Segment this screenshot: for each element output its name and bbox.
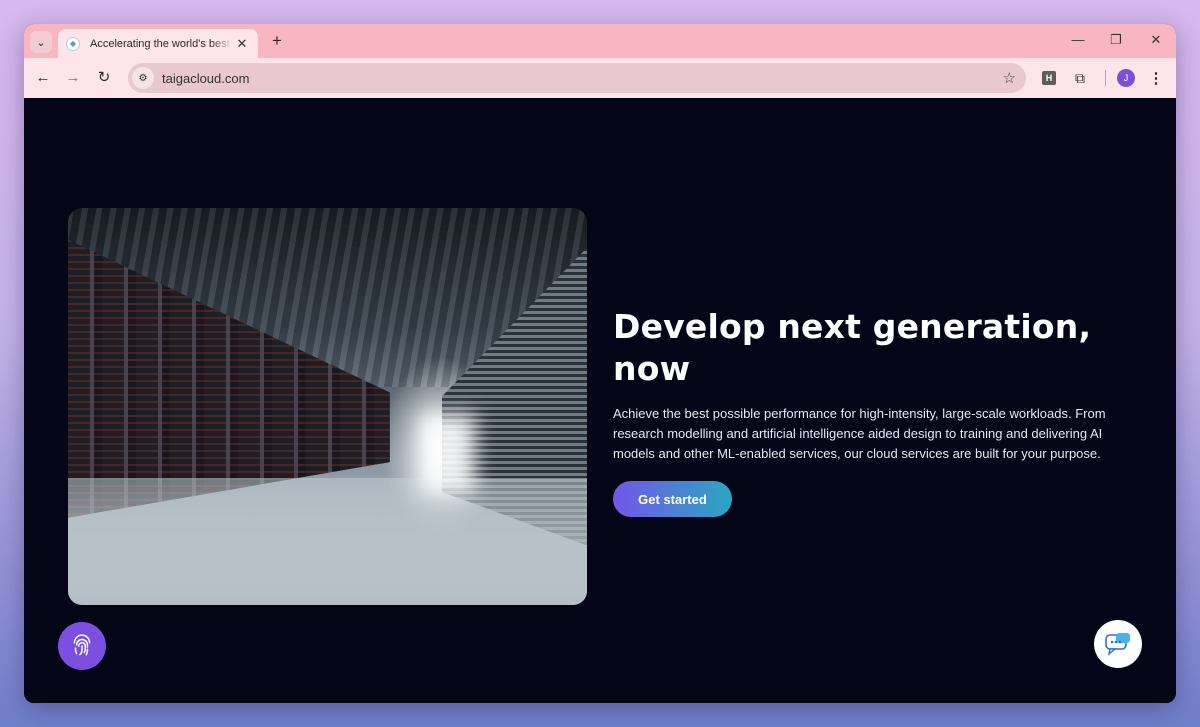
tab-close-icon[interactable]: ✕	[234, 36, 250, 52]
chat-icon	[1105, 633, 1130, 656]
new-tab-button[interactable]: +	[268, 31, 286, 51]
site-favicon-icon: ◆	[66, 36, 80, 51]
tab-strip: ⌄ ◆ Accelerating the world's best id ✕ +…	[24, 24, 1176, 58]
browser-toolbar: ← → ↻ ⚙ taigacloud.com ☆ H ⧉ J ⋮	[24, 58, 1176, 98]
site-settings-icon[interactable]: ⚙	[132, 67, 154, 89]
data-center-image	[68, 208, 587, 605]
hero-title: Develop next generation, now	[613, 307, 1092, 388]
get-started-button[interactable]: Get started	[613, 481, 732, 517]
bookmark-star-icon[interactable]: ☆	[1003, 69, 1016, 87]
tab-search-button[interactable]: ⌄	[30, 31, 52, 53]
hero-description: Achieve the best possible performance fo…	[613, 406, 1106, 461]
extension-h-icon[interactable]: H	[1042, 71, 1056, 85]
reload-icon[interactable]: ↻	[94, 68, 114, 88]
window-close-icon[interactable]: ✕	[1148, 32, 1164, 48]
chevron-down-icon: ⌄	[36, 36, 46, 49]
minimize-icon[interactable]: —	[1070, 32, 1086, 47]
browser-window: ⌄ ◆ Accelerating the world's best id ✕ +…	[24, 24, 1176, 703]
hero-text-block: Develop next generation, now Achieve the…	[613, 306, 1133, 517]
address-url: taigacloud.com	[162, 70, 250, 86]
address-bar[interactable]: ⚙ taigacloud.com ☆	[128, 63, 1026, 93]
browser-menu-icon[interactable]: ⋮	[1147, 69, 1165, 87]
forward-icon[interactable]: →	[63, 68, 83, 88]
tab-title: Accelerating the world's best id	[90, 37, 232, 50]
restore-icon[interactable]: ❐	[1108, 32, 1124, 48]
fingerprint-icon	[73, 634, 91, 656]
image-floor	[68, 477, 587, 605]
profile-avatar[interactable]: J	[1117, 69, 1135, 87]
toolbar-divider	[1105, 70, 1106, 86]
image-light-glow	[420, 414, 475, 495]
browser-tab[interactable]: ◆ Accelerating the world's best id ✕	[58, 29, 258, 58]
extensions-puzzle-icon[interactable]: ⧉	[1071, 69, 1089, 87]
back-icon[interactable]: ←	[33, 68, 53, 88]
web-page: Develop next generation, now Achieve the…	[24, 98, 1176, 703]
chat-button[interactable]	[1094, 620, 1142, 668]
fingerprint-button[interactable]	[58, 622, 106, 670]
